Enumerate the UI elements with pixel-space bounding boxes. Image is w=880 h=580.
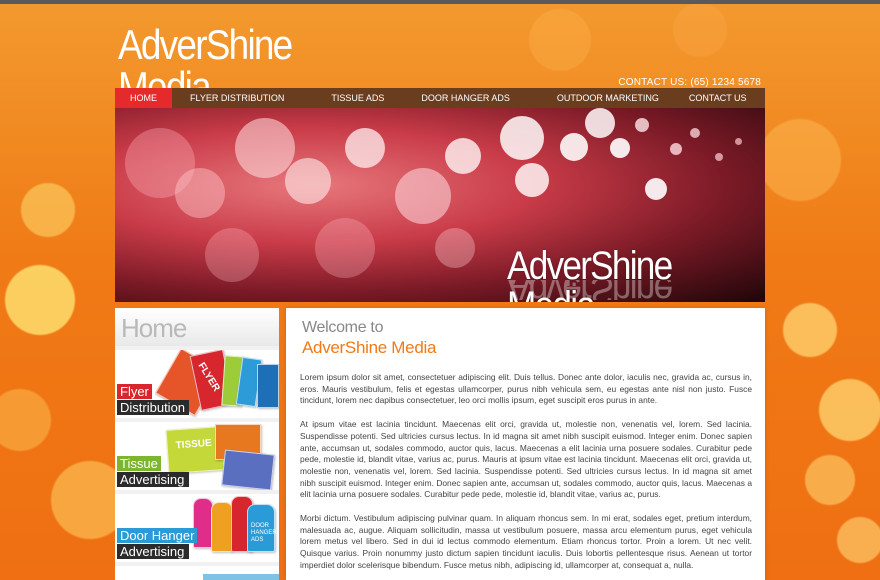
hero-banner: AdverShine Media AdverShine Media	[115, 108, 765, 302]
site-logo[interactable]: AdverShine Media AdverShine Media	[118, 24, 418, 133]
sidebar-item-label: Distribution	[117, 400, 189, 415]
nav-home[interactable]: HOME	[115, 88, 172, 108]
sidebar-item-door-hanger[interactable]: DOOR HANGER ADS Door Hanger Advertising	[115, 494, 279, 562]
nav-outdoor-marketing[interactable]: OUTDOOR MARKETING	[525, 88, 674, 108]
nav-door-hanger-ads[interactable]: DOOR HANGER ADS	[399, 88, 525, 108]
sidebar-item-label: Advertising	[117, 544, 189, 559]
partial-item-art	[203, 574, 279, 580]
sidebar-item-tissue[interactable]: TISSUE Tissue Advertising	[115, 422, 279, 490]
sidebar-item-partial[interactable]	[115, 566, 279, 580]
door-hanger-art: DOOR HANGER ADS	[247, 504, 277, 552]
main-nav: HOME FLYER DISTRIBUTION TISSUE ADS DOOR …	[115, 88, 765, 108]
sidebar-item-label: Tissue	[117, 456, 161, 471]
door-hanger-card-label: DOOR HANGER ADS	[251, 523, 277, 543]
nav-flyer-distribution[interactable]: FLYER DISTRIBUTION	[172, 88, 299, 108]
nav-contact-us[interactable]: CONTACT US	[674, 88, 769, 108]
tissue-card-art	[221, 449, 275, 490]
flyer-card-art	[257, 364, 279, 408]
welcome-heading: Welcome to	[302, 319, 384, 336]
header-contact: CONTACT US: (65) 1234 5678	[618, 77, 761, 88]
content-paragraph: Morbi dictum. Vestibulum adipiscing pulv…	[300, 513, 752, 570]
sidebar-item-label: Door Hanger	[117, 528, 198, 543]
door-hanger-art	[211, 502, 233, 552]
tissue-card-label: TISSUE	[175, 437, 213, 452]
sidebar-heading: Home	[115, 308, 279, 346]
nav-tissue-ads[interactable]: TISSUE ADS	[299, 88, 399, 108]
main-content: Welcome to AdverShine Media Lorem ipsum …	[286, 308, 765, 580]
content-paragraph: Lorem ipsum dolor sit amet, consectetuer…	[300, 372, 752, 406]
sidebar-item-flyer[interactable]: FLYER Flyer Distribution	[115, 350, 279, 418]
sidebar-item-label: Advertising	[117, 472, 189, 487]
sidebar-item-label: Flyer	[117, 384, 152, 399]
top-strip	[0, 0, 880, 4]
welcome-subheading: AdverShine Media	[302, 338, 437, 357]
banner-title-reflection: AdverShine Media	[507, 280, 734, 300]
content-paragraph: At ipsum vitae est lacinia tincidunt. Ma…	[300, 419, 752, 500]
content-body: Lorem ipsum dolor sit amet, consectetuer…	[300, 372, 752, 580]
sidebar: Home FLYER Flyer Distribution TISSUE Tis…	[115, 308, 279, 580]
flyer-card-label: FLYER	[195, 360, 222, 394]
